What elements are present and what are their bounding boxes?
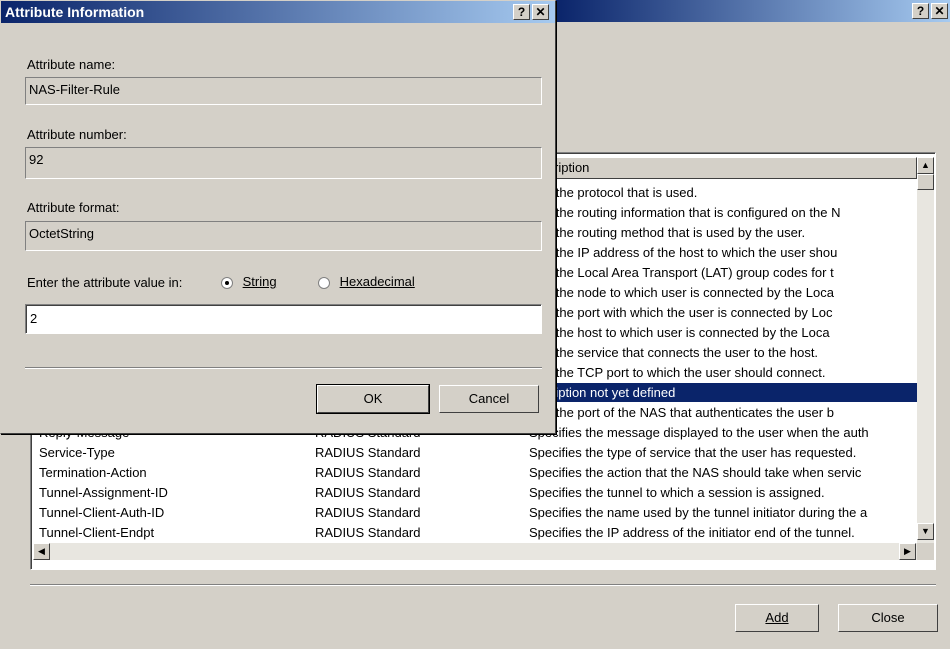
attribute-name-field: NAS-Filter-Rule bbox=[25, 77, 542, 105]
scroll-right-icon[interactable]: ▶ bbox=[899, 543, 916, 560]
row-name: Termination-Action bbox=[39, 465, 147, 480]
row-description: Specifies the tunnel to which a session … bbox=[529, 485, 825, 500]
radio-hex-icon[interactable] bbox=[318, 276, 330, 289]
row-name: Tunnel-Assignment-ID bbox=[39, 485, 168, 500]
attribute-value-input[interactable]: 2 bbox=[25, 304, 542, 334]
row-name: Service-Type bbox=[39, 445, 115, 460]
radio-string[interactable]: String bbox=[221, 274, 277, 289]
row-description: ription not yet defined bbox=[551, 385, 676, 400]
dialog-help-button[interactable]: ? bbox=[513, 4, 530, 20]
scroll-corner bbox=[917, 543, 934, 560]
scroll-down-icon[interactable]: ▼ bbox=[917, 523, 934, 540]
table-row[interactable]: Tunnel-Client-Auth-ID RADIUS Standard Spec… bbox=[33, 503, 917, 522]
table-row[interactable]: ription not yet defined bbox=[547, 383, 917, 402]
scroll-up-icon[interactable]: ▲ bbox=[917, 157, 934, 174]
radio-hex[interactable]: Hexadecimal bbox=[318, 274, 415, 289]
row-description: ifies the port with which the user is co… bbox=[529, 305, 833, 320]
horizontal-scrollbar[interactable]: ◀ ▶ bbox=[33, 543, 917, 560]
back-help-button[interactable]: ? bbox=[912, 3, 929, 19]
row-description: Specifies the name used by the tunnel in… bbox=[529, 505, 868, 520]
row-vendor: RADIUS Standard bbox=[315, 485, 421, 500]
radio-hex-label: Hexadecimal bbox=[339, 274, 415, 289]
attribute-number-field: 92 bbox=[25, 147, 542, 179]
ok-button[interactable]: OK bbox=[316, 384, 430, 414]
cancel-button[interactable]: Cancel bbox=[439, 385, 539, 413]
row-vendor: RADIUS Standard bbox=[315, 505, 421, 520]
row-description: ifies the port of the NAS that authentic… bbox=[529, 405, 834, 420]
row-vendor: RADIUS Standard bbox=[315, 465, 421, 480]
attribute-format-label: Attribute format: bbox=[27, 200, 120, 215]
radio-string-icon[interactable] bbox=[221, 276, 233, 289]
row-description: Specifies the message displayed to the u… bbox=[529, 425, 869, 440]
row-name: Tunnel-Client-Auth-ID bbox=[39, 505, 165, 520]
attribute-information-dialog: Attribute Information ? ✕ Attribute name… bbox=[0, 0, 556, 434]
attribute-name-label: Attribute name: bbox=[27, 57, 116, 72]
row-vendor: RADIUS Standard bbox=[315, 445, 421, 460]
row-description: ifies the routing information that is co… bbox=[529, 205, 841, 220]
column-header-description[interactable]: ription bbox=[547, 157, 917, 179]
back-close-button[interactable]: ✕ bbox=[931, 3, 948, 19]
row-description: ifies the routing method that is used by… bbox=[529, 225, 806, 240]
scroll-left-icon[interactable]: ◀ bbox=[33, 543, 50, 560]
row-description: ifies the IP address of the host to whic… bbox=[529, 245, 838, 260]
add-button[interactable]: Add bbox=[735, 604, 819, 632]
dialog-separator bbox=[25, 367, 542, 369]
table-row[interactable]: Tunnel-Client-Endpt RADIUS Standard Specif… bbox=[33, 523, 917, 542]
attribute-number-label: Attribute number: bbox=[27, 127, 127, 142]
row-description: Specifies the IP address of the initiato… bbox=[529, 525, 855, 540]
scroll-thumb[interactable] bbox=[917, 174, 934, 190]
dialog-titlebar: Attribute Information bbox=[1, 1, 555, 23]
vertical-scrollbar[interactable]: ▲ ▼ bbox=[917, 157, 934, 543]
row-description: ifies the service that connects the user… bbox=[529, 345, 819, 360]
row-description: Specifies the type of service that the u… bbox=[529, 445, 857, 460]
attribute-format-field: OctetString bbox=[25, 221, 542, 251]
close-button[interactable]: Close bbox=[838, 604, 938, 632]
dialog-close-button[interactable]: ✕ bbox=[532, 4, 549, 20]
row-vendor: RADIUS Standard bbox=[315, 525, 421, 540]
table-row[interactable]: Termination-Action RADIUS Standard Specifi… bbox=[33, 463, 917, 482]
table-row[interactable]: Tunnel-Assignment-ID RADIUS Standard Speci… bbox=[33, 483, 917, 502]
enter-value-label: Enter the attribute value in: bbox=[27, 275, 183, 290]
radio-string-label: String bbox=[242, 274, 277, 289]
table-row[interactable]: Service-Type RADIUS Standard Specifies the… bbox=[33, 443, 917, 462]
back-titlebar bbox=[556, 0, 950, 22]
row-description: ifies the TCP port to which the user sho… bbox=[529, 365, 826, 380]
row-name: Tunnel-Client-Endpt bbox=[39, 525, 155, 540]
row-description: ifies the node to which user is connecte… bbox=[529, 285, 834, 300]
row-description: ifies the Local Area Transport (LAT) gro… bbox=[529, 265, 834, 280]
bottom-separator bbox=[30, 584, 936, 586]
row-description: Specifies the action that the NAS should… bbox=[529, 465, 862, 480]
row-description: ifies the host to which user is connecte… bbox=[529, 325, 830, 340]
